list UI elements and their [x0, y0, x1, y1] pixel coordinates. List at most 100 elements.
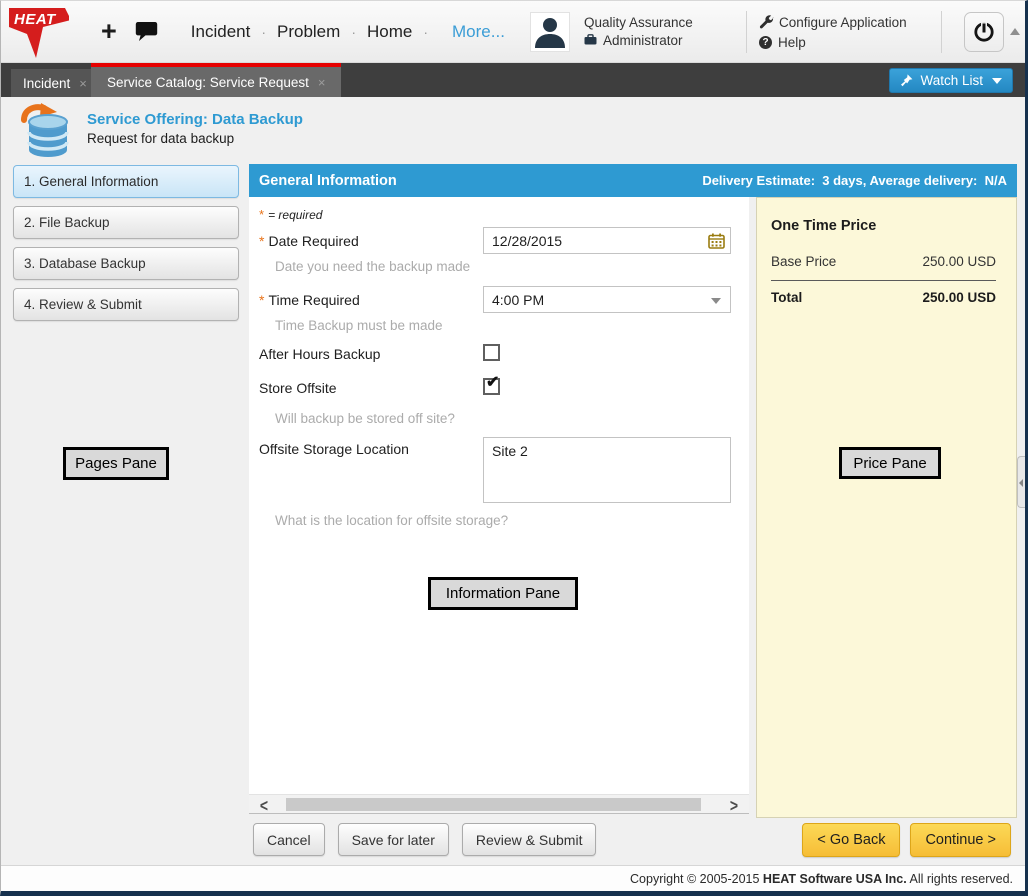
database-icon	[19, 103, 71, 164]
after-hours-backup-label: After Hours Backup	[259, 346, 380, 362]
price-divider	[771, 280, 996, 281]
scroll-left-icon[interactable]: <	[255, 793, 273, 817]
footer-company: HEAT Software USA Inc.	[763, 872, 907, 886]
chevron-down-icon	[992, 78, 1002, 84]
time-required-helper: Time Backup must be made	[275, 318, 443, 333]
wrench-icon	[759, 14, 774, 32]
copyright-footer: Copyright © 2005-2015 HEAT Software USA …	[1, 865, 1025, 891]
page-step-review-submit[interactable]: 4. Review & Submit	[13, 288, 239, 321]
price-pane-title: One Time Price	[771, 218, 876, 234]
date-required-label: *Date Required	[259, 233, 359, 249]
save-for-later-button[interactable]: Save for later	[338, 823, 449, 856]
app-window: HEAT + Incident · Problem · Home · More.…	[0, 0, 1028, 896]
config-links: Configure Application ? Help	[759, 11, 929, 53]
help-icon: ?	[759, 36, 772, 49]
collapse-header-arrow-icon[interactable]	[1010, 28, 1020, 35]
tab-bar: Incident × Service Catalog: Service Requ…	[1, 63, 1025, 97]
continue-button[interactable]: Continue >	[910, 823, 1011, 857]
topbar-divider	[746, 11, 747, 53]
date-required-input[interactable]: 12/28/2015	[483, 227, 731, 254]
nav-more[interactable]: More...	[452, 22, 505, 42]
annotation-information-pane: Information Pane	[428, 577, 578, 610]
tab-service-catalog[interactable]: Service Catalog: Service Request ×	[91, 63, 341, 97]
required-asterisk: *	[259, 207, 264, 222]
store-offsite-label: Store Offsite	[259, 380, 337, 396]
logout-power-button[interactable]	[964, 12, 1004, 52]
offsite-storage-location-label: Offsite Storage Location	[259, 441, 409, 457]
heat-logo-text: HEAT	[14, 11, 56, 28]
chevron-down-icon	[711, 298, 721, 304]
nav-problem[interactable]: Problem	[277, 22, 340, 42]
close-icon[interactable]: ×	[318, 75, 326, 90]
after-hours-backup-checkbox[interactable]	[483, 344, 500, 361]
tab-service-catalog-label: Service Catalog: Service Request	[107, 75, 309, 90]
wizard-actions: < Go Back Continue >	[802, 823, 1011, 857]
topbar-divider	[941, 11, 942, 53]
page-step-file-backup[interactable]: 2. File Backup	[13, 206, 239, 239]
briefcase-icon	[584, 33, 597, 48]
collapse-pane-handle[interactable]	[1017, 456, 1025, 508]
nav-separator: ·	[351, 24, 356, 40]
annotation-pages-pane: Pages Pane	[63, 447, 169, 480]
new-record-button[interactable]: +	[101, 18, 117, 45]
user-role: Administrator	[603, 33, 683, 48]
information-pane: *= required *Date Required 12/28/2015 Da…	[249, 197, 749, 814]
date-required-value: 12/28/2015	[492, 233, 562, 249]
pushpin-icon	[900, 74, 913, 87]
section-header-bar: General Information Delivery Estimate: 3…	[249, 164, 1017, 197]
base-price-value: 250.00 USD	[922, 254, 996, 269]
tab-incident[interactable]: Incident ×	[11, 69, 99, 97]
footer-text: All rights reserved.	[907, 872, 1013, 886]
help-link[interactable]: ? Help	[759, 35, 929, 50]
date-required-helper: Date you need the backup made	[275, 259, 470, 274]
required-note: *= required	[259, 207, 322, 222]
review-submit-button[interactable]: Review & Submit	[462, 823, 597, 856]
watch-list-button[interactable]: Watch List	[889, 68, 1013, 93]
tab-incident-label: Incident	[23, 76, 70, 91]
offsite-storage-location-helper: What is the location for offsite storage…	[275, 513, 508, 528]
page-title: Service Offering: Data Backup	[87, 111, 303, 128]
cancel-button[interactable]: Cancel	[253, 823, 325, 856]
offsite-storage-location-textarea[interactable]: Site 2	[483, 437, 731, 503]
user-info[interactable]: Quality Assurance Administrator	[584, 12, 734, 51]
nav-incident[interactable]: Incident	[191, 22, 251, 42]
configure-application-label: Configure Application	[779, 15, 907, 30]
chat-icon[interactable]	[135, 21, 158, 47]
calendar-icon[interactable]	[708, 233, 725, 252]
close-icon[interactable]: ×	[79, 76, 87, 91]
annotation-price-pane: Price Pane	[839, 447, 941, 479]
nav-separator: ·	[423, 24, 428, 40]
user-avatar[interactable]	[530, 12, 570, 52]
help-label: Help	[778, 35, 806, 50]
store-offsite-helper: Will backup be stored off site?	[275, 411, 455, 426]
footer-text: Copyright © 2005-2015	[630, 872, 763, 886]
page-step-database-backup[interactable]: 3. Database Backup	[13, 247, 239, 280]
watch-list-label: Watch List	[920, 73, 983, 88]
user-cluster: Quality Assurance Administrator	[530, 11, 1025, 53]
page-subtitle: Request for data backup	[87, 131, 234, 146]
store-offsite-checkbox[interactable]: ✔	[483, 378, 500, 395]
required-asterisk: *	[259, 233, 264, 249]
time-required-select[interactable]: 4:00 PM	[483, 286, 731, 313]
total-label: Total	[771, 290, 802, 305]
scrollbar-thumb[interactable]	[286, 798, 701, 811]
total-value: 250.00 USD	[922, 290, 996, 305]
delivery-estimate: Delivery Estimate: 3 days, Average deliv…	[702, 173, 1007, 188]
form-actions: Cancel Save for later Review & Submit	[253, 823, 596, 856]
top-bar: HEAT + Incident · Problem · Home · More.…	[1, 1, 1025, 63]
price-pane: One Time Price Base Price 250.00 USD Tot…	[756, 197, 1017, 818]
scroll-right-icon[interactable]: >	[725, 793, 743, 817]
checkmark-icon: ✔	[486, 375, 499, 391]
configure-application-link[interactable]: Configure Application	[759, 14, 929, 32]
page-step-general-information[interactable]: 1. General Information	[13, 165, 239, 198]
section-title: General Information	[259, 173, 397, 189]
horizontal-scrollbar[interactable]: < >	[249, 794, 749, 813]
go-back-button[interactable]: < Go Back	[802, 823, 900, 857]
heat-logo[interactable]: HEAT	[9, 6, 69, 58]
nav-separator: ·	[261, 24, 266, 40]
required-asterisk: *	[259, 292, 264, 308]
time-required-value: 4:00 PM	[492, 292, 544, 308]
base-price-label: Base Price	[771, 254, 836, 269]
power-icon	[972, 20, 996, 44]
nav-home[interactable]: Home	[367, 22, 412, 42]
